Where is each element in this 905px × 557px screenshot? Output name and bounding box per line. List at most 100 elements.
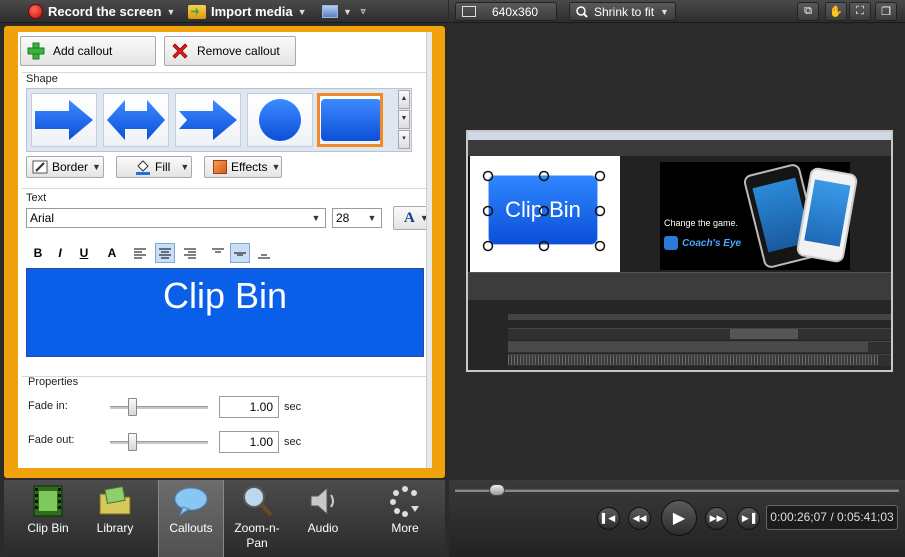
selection-handles[interactable] — [482, 170, 606, 252]
canvas-dimensions-value: 640x360 — [492, 4, 539, 19]
play-button[interactable]: ▶ — [661, 500, 697, 536]
chevron-down-icon: ▼ — [92, 162, 101, 172]
phone-screen-2 — [804, 179, 851, 247]
track-1-audio — [508, 355, 878, 365]
shape-chevron-arrow[interactable] — [175, 93, 241, 147]
text-format-button[interactable]: A — [102, 243, 122, 263]
rewind-button[interactable]: ◀◀ — [628, 507, 651, 530]
align-center-button[interactable] — [155, 243, 175, 263]
effects-icon — [213, 160, 227, 174]
main-toolbar: Record the screen ▼ Import media ▼ ▼ ▿ — [0, 0, 448, 23]
skip-back-icon: ▌◀ — [601, 513, 616, 523]
circle-shape-icon — [259, 99, 301, 141]
video-preview[interactable]: Change the game. Coach's Eye Clip Bin — [466, 130, 893, 372]
chevron-down-icon: ▼ — [367, 213, 377, 223]
preview-tasks-bar — [468, 272, 891, 300]
overflow-icon[interactable]: ▿ — [361, 6, 366, 17]
tab-label: More — [391, 521, 419, 535]
valign-bottom-button[interactable] — [254, 243, 274, 263]
divider — [22, 188, 428, 189]
fade-in-unit: sec — [284, 401, 302, 413]
playhead-track[interactable] — [455, 489, 899, 492]
tab-audio[interactable]: Audio — [290, 480, 356, 557]
shape-circle[interactable] — [247, 93, 313, 147]
scroll-down-icon[interactable]: ▼ — [398, 110, 410, 129]
tab-more[interactable]: More — [372, 480, 438, 557]
remove-callout-button[interactable]: Remove callout — [164, 36, 296, 66]
fade-out-slider-track[interactable] — [110, 441, 208, 444]
gallery-more-icon[interactable]: ▾ — [398, 130, 410, 149]
font-size-value: 28 — [336, 211, 350, 225]
hand-icon: ✋ — [829, 6, 843, 18]
effects-button[interactable]: Effects ▼ — [204, 156, 282, 178]
callout-text-editor[interactable]: Clip Bin — [26, 268, 424, 357]
valign-top-button[interactable] — [208, 243, 228, 263]
import-media-button[interactable]: Import media ▼ — [188, 2, 307, 21]
divider — [22, 72, 428, 73]
valign-bottom-icon — [258, 254, 270, 258]
rewind-icon: ◀◀ — [632, 513, 647, 523]
fullscreen-button[interactable]: ⛶ — [849, 2, 871, 21]
add-callout-button[interactable]: Add callout — [20, 36, 156, 66]
record-label: Record the screen — [48, 4, 162, 19]
crop-button[interactable]: ⧉ — [797, 2, 819, 21]
chevron-down-icon: ▼ — [297, 6, 307, 17]
fade-in-value: 1.00 — [249, 400, 273, 414]
fade-in-slider-thumb[interactable] — [128, 398, 137, 416]
speech-bubble-icon — [174, 487, 208, 517]
shape-arrow-double[interactable] — [103, 93, 169, 147]
font-size-select[interactable]: 28 ▼ — [332, 208, 382, 228]
fade-in-input[interactable]: 1.00 — [219, 396, 279, 418]
layout-menu-button[interactable]: ▼ ▿ — [322, 2, 365, 21]
canvas-dimensions-button[interactable]: 640x360 — [455, 2, 558, 21]
italic-button[interactable]: I — [50, 243, 70, 263]
fill-button[interactable]: Fill ▼ — [116, 156, 192, 178]
fast-forward-icon: ▶▶ — [709, 513, 724, 523]
next-clip-button[interactable]: ▶▐ — [737, 507, 760, 530]
fade-out-input[interactable]: 1.00 — [219, 431, 279, 453]
previous-clip-button[interactable]: ▌◀ — [597, 507, 620, 530]
layout-icon — [322, 5, 338, 18]
font-family-select[interactable]: Arial ▼ — [26, 208, 326, 228]
scroll-up-icon[interactable]: ▲ — [398, 90, 410, 109]
fade-in-label: Fade in: — [28, 400, 68, 412]
chevron-down-icon: ▼ — [343, 6, 352, 17]
tab-callouts[interactable]: Callouts — [158, 480, 224, 557]
align-left-icon — [134, 248, 146, 258]
preview-titlebar — [468, 132, 891, 140]
effects-label: Effects — [231, 160, 268, 174]
bold-button[interactable]: B — [28, 243, 48, 263]
fade-out-value: 1.00 — [249, 435, 273, 449]
shape-rounded-rectangle[interactable] — [317, 93, 383, 147]
record-screen-button[interactable]: Record the screen ▼ — [28, 2, 175, 21]
fade-in-slider-track[interactable] — [110, 406, 208, 409]
tab-clip-bin[interactable]: Clip Bin — [14, 480, 82, 557]
folder-import-icon — [188, 4, 206, 19]
preview-toolbar — [468, 140, 891, 156]
skip-forward-icon: ▶▐ — [741, 513, 756, 523]
align-left-button[interactable] — [130, 243, 150, 263]
border-label: Border — [52, 160, 89, 174]
border-button[interactable]: Border ▼ — [26, 156, 104, 178]
play-icon: ▶ — [672, 510, 686, 527]
underline-button[interactable]: U — [74, 243, 94, 263]
panel-scrollbar[interactable] — [426, 32, 432, 468]
font-family-value: Arial — [30, 211, 55, 225]
fill-label: Fill — [155, 160, 171, 174]
resize-icon — [462, 6, 476, 17]
tab-zoom-n-pan[interactable]: Zoom-n-Pan — [224, 480, 290, 557]
fade-out-slider-thumb[interactable] — [128, 433, 137, 451]
text-section-label: Text — [26, 192, 47, 204]
tab-label: Library — [96, 521, 134, 535]
align-right-button[interactable] — [180, 243, 200, 263]
zoom-select[interactable]: Shrink to fit ▼ — [569, 2, 676, 21]
fast-forward-button[interactable]: ▶▶ — [705, 507, 728, 530]
valign-middle-button[interactable] — [230, 243, 250, 263]
align-center-icon — [159, 248, 171, 258]
tab-library[interactable]: Library — [82, 480, 148, 557]
shape-arrow-right[interactable] — [31, 93, 97, 147]
playhead-thumb[interactable] — [489, 484, 505, 496]
pan-button[interactable]: ✋ — [825, 2, 847, 21]
red-x-icon — [172, 43, 188, 59]
detach-button[interactable]: ❐ — [875, 2, 897, 21]
